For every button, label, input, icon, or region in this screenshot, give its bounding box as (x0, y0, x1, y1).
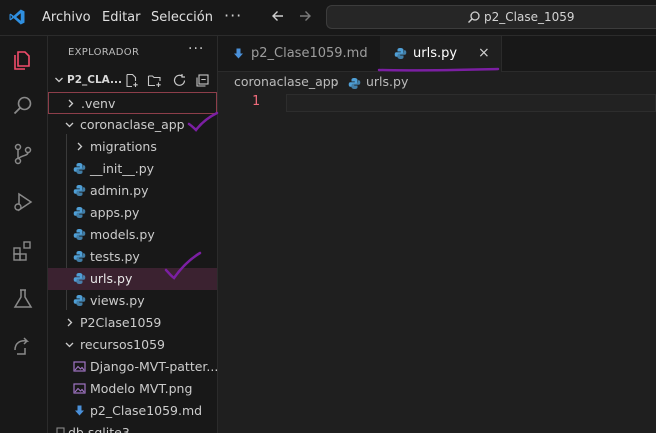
tree-item-label: urls.py (90, 271, 133, 286)
tab-label: p2_Clase1059.md (251, 46, 368, 61)
explorer-more-button[interactable]: ··· (188, 41, 204, 57)
tab-urls-py[interactable]: urls.py × (380, 36, 502, 72)
tree-folder-venv[interactable]: .venv (48, 92, 217, 114)
tree-item-label: .venv (81, 96, 116, 111)
collapse-all-icon[interactable] (195, 73, 210, 88)
back-arrow-icon[interactable] (270, 8, 286, 24)
chevron-down-icon (65, 342, 74, 348)
activity-bar (0, 36, 48, 433)
tree-item-label: Django-MVT-patter... (90, 359, 218, 374)
markdown-file-icon (75, 405, 84, 416)
vscode-logo-icon (9, 9, 25, 25)
command-center-search[interactable]: p2_Clase_1059 (326, 5, 656, 29)
tree-item-label: views.py (90, 293, 145, 308)
tree-item-label: models.py (90, 227, 155, 242)
tree-file-admin-py[interactable]: admin.py (48, 180, 217, 202)
testing-flask-icon[interactable] (10, 286, 36, 312)
chevron-right-icon (68, 99, 74, 108)
tree-item-label: P2Clase1059 (80, 315, 162, 330)
menu-editar[interactable]: Editar (102, 10, 141, 25)
markdown-icon (234, 48, 243, 59)
extensions-icon[interactable] (10, 238, 36, 264)
workspace-root-label: P2_CLA... (67, 74, 122, 86)
code-editor[interactable]: 1 (218, 94, 656, 433)
tree-file-urls-py[interactable]: urls.py (48, 268, 217, 290)
run-debug-icon[interactable] (10, 189, 36, 215)
more-menu-button[interactable]: ··· (224, 6, 242, 25)
explorer-icon[interactable] (10, 47, 36, 73)
breadcrumb-separator: › (334, 74, 339, 89)
breadcrumb-file[interactable]: urls.py (366, 74, 408, 89)
python-file-icon (73, 163, 86, 174)
workspace-root-header[interactable]: P2_CLA... (48, 71, 217, 91)
explorer-sidebar: EXPLORADOR ··· P2_CLA... .venv coronacla… (48, 36, 218, 433)
python-file-icon (73, 229, 86, 240)
tree-file-tests-py[interactable]: tests.py (48, 246, 217, 268)
line-number: 1 (252, 94, 260, 109)
python-file-icon (73, 207, 86, 218)
python-file-icon (73, 273, 86, 284)
title-bar: Archivo Editar Selección ··· p2_Clase_10… (0, 0, 656, 36)
current-line-highlight (286, 94, 656, 112)
tree-folder-coronaclase-app[interactable]: coronaclase_app (48, 114, 217, 136)
tree-item-label: apps.py (90, 205, 140, 220)
close-icon[interactable]: × (478, 45, 490, 61)
new-folder-icon[interactable] (147, 73, 162, 88)
chevron-right-icon (77, 142, 83, 151)
python-file-icon (348, 78, 361, 89)
tree-item-label: db.sqlite3 (68, 425, 130, 433)
refresh-icon[interactable] (172, 73, 187, 88)
tree-folder-recursos1059[interactable]: recursos1059 (48, 334, 217, 356)
tree-item-label: recursos1059 (80, 337, 165, 352)
chevron-down-icon (65, 122, 74, 128)
search-icon[interactable] (10, 93, 36, 119)
tree-file-init-py[interactable]: __init__.py (48, 158, 217, 180)
tree-item-label: migrations (90, 139, 157, 154)
source-control-icon[interactable] (10, 141, 36, 167)
database-file-icon (56, 427, 65, 433)
tree-folder-migrations[interactable]: migrations (48, 136, 217, 158)
menu-seleccion[interactable]: Selección (151, 10, 213, 25)
tree-item-label: Modelo MVT.png (90, 381, 193, 396)
tree-file-modelo-mvt-png[interactable]: Modelo MVT.png (48, 378, 217, 400)
python-file-icon (73, 251, 86, 262)
tree-file-django-mvt-pattern[interactable]: Django-MVT-patter... (48, 356, 217, 378)
chevron-right-icon (67, 318, 73, 327)
tree-file-db-sqlite3[interactable]: db.sqlite3 (48, 422, 217, 433)
tree-item-label: __init__.py (90, 161, 155, 176)
explorer-title: EXPLORADOR (68, 47, 140, 58)
tree-item-label: coronaclase_app (80, 117, 185, 132)
python-file-icon (73, 185, 86, 196)
breadcrumb-folder[interactable]: coronaclase_app (234, 74, 339, 89)
tree-folder-p2clase1059[interactable]: P2Clase1059 (48, 312, 217, 334)
search-icon (468, 11, 480, 23)
search-text: p2_Clase_1059 (484, 10, 575, 24)
menu-archivo[interactable]: Archivo (42, 10, 91, 25)
new-file-icon[interactable] (124, 73, 139, 88)
image-file-icon (73, 361, 86, 372)
image-file-icon (73, 383, 86, 394)
forward-arrow-icon[interactable] (297, 8, 313, 24)
python-file-icon (394, 48, 407, 59)
python-file-icon (73, 295, 86, 306)
tab-label: urls.py (413, 46, 458, 61)
tree-item-label: p2_Clase1059.md (90, 403, 203, 418)
tab-p2-clase1059-md[interactable]: p2_Clase1059.md (218, 36, 368, 72)
chevron-down-icon (55, 77, 63, 83)
tree-item-label: admin.py (90, 183, 149, 198)
breadcrumb: coronaclase_app › urls.py (218, 72, 656, 94)
tree-file-p2-clase1059-md[interactable]: p2_Clase1059.md (48, 400, 217, 422)
editor-tabs: p2_Clase1059.md urls.py × (218, 36, 656, 72)
tree-item-label: tests.py (90, 249, 140, 264)
tree-file-models-py[interactable]: models.py (48, 224, 217, 246)
tree-file-apps-py[interactable]: apps.py (48, 202, 217, 224)
tree-file-views-py[interactable]: views.py (48, 290, 217, 312)
remote-explorer-icon[interactable] (10, 333, 36, 359)
